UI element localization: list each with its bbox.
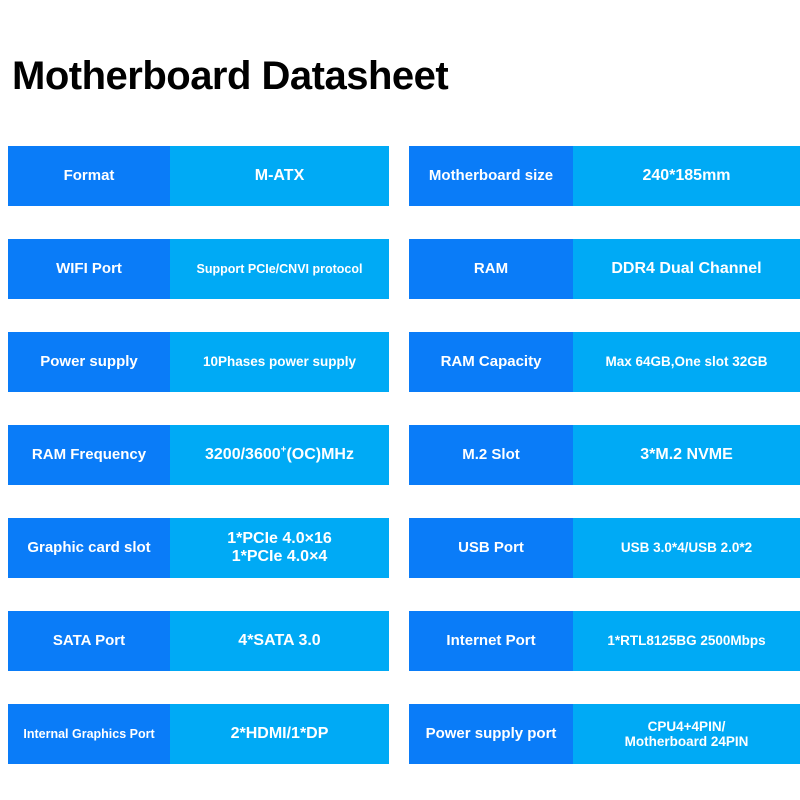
spec-label-usb-port: USB Port (409, 518, 573, 578)
spec-label-ram-capacity: RAM Capacity (409, 332, 573, 392)
spec-label-wifi-port: WIFI Port (8, 239, 170, 299)
graphic-card-slot-lines: 1*PCIe 4.0×16 1*PCIe 4.0×4 (174, 530, 385, 566)
datasheet-page: Motherboard Datasheet Format M-ATX Mothe… (0, 0, 800, 800)
spec-value-m2-slot: 3*M.2 NVME (573, 425, 800, 485)
spec-label-m2-slot: M.2 Slot (409, 425, 573, 485)
spec-pair-usb-port: USB Port USB 3.0*4/USB 2.0*2 (409, 518, 800, 578)
spec-value-power-supply-port: CPU4+4PIN/ Motherboard 24PIN (573, 704, 800, 764)
table-row: Graphic card slot 1*PCIe 4.0×16 1*PCIe 4… (0, 518, 800, 578)
spec-pair-power-supply: Power supply 10Phases power supply (8, 332, 389, 392)
spec-value-wifi-port: Support PCIe/CNVI protocol (170, 239, 389, 299)
table-row: RAM Frequency 3200/3600+(OC)MHz M.2 Slot… (0, 425, 800, 485)
spec-label-motherboard-size: Motherboard size (409, 146, 573, 206)
spec-value-sata-port: 4*SATA 3.0 (170, 611, 389, 671)
spec-value-graphic-card-slot: 1*PCIe 4.0×16 1*PCIe 4.0×4 (170, 518, 389, 578)
table-row: Power supply 10Phases power supply RAM C… (0, 332, 800, 392)
table-row: Internal Graphics Port 2*HDMI/1*DP Power… (0, 704, 800, 764)
spec-pair-motherboard-size: Motherboard size 240*185mm (409, 146, 800, 206)
spec-pair-m2-slot: M.2 Slot 3*M.2 NVME (409, 425, 800, 485)
spec-label-sata-port: SATA Port (8, 611, 170, 671)
spec-pair-ram: RAM DDR4 Dual Channel (409, 239, 800, 299)
spec-pair-graphic-card-slot: Graphic card slot 1*PCIe 4.0×16 1*PCIe 4… (8, 518, 389, 578)
spec-value-format: M-ATX (170, 146, 389, 206)
spec-label-power-supply: Power supply (8, 332, 170, 392)
power-supply-port-lines: CPU4+4PIN/ Motherboard 24PIN (577, 719, 796, 749)
table-row: WIFI Port Support PCIe/CNVI protocol RAM… (0, 239, 800, 299)
power-supply-port-line-2: Motherboard 24PIN (624, 734, 749, 749)
spec-label-ram: RAM (409, 239, 573, 299)
spec-value-ram-capacity: Max 64GB,One slot 32GB (573, 332, 800, 392)
spec-label-graphic-card-slot: Graphic card slot (8, 518, 170, 578)
spec-label-power-supply-port: Power supply port (409, 704, 573, 764)
table-row: Format M-ATX Motherboard size 240*185mm (0, 146, 800, 206)
spec-label-internal-graphics-port: Internal Graphics Port (8, 704, 170, 764)
spec-value-ram-frequency: 3200/3600+(OC)MHz (170, 425, 389, 485)
power-supply-port-line-1: CPU4+4PIN/ (647, 718, 726, 734)
graphic-card-slot-line-1: 1*PCIe 4.0×16 (227, 530, 332, 548)
spec-value-motherboard-size: 240*185mm (573, 146, 800, 206)
spec-pair-format: Format M-ATX (8, 146, 389, 206)
spec-value-usb-port: USB 3.0*4/USB 2.0*2 (573, 518, 800, 578)
spec-pair-internal-graphics-port: Internal Graphics Port 2*HDMI/1*DP (8, 704, 389, 764)
spec-pair-internet-port: Internet Port 1*RTL8125BG 2500Mbps (409, 611, 800, 671)
spec-value-power-supply: 10Phases power supply (170, 332, 389, 392)
spec-label-ram-frequency: RAM Frequency (8, 425, 170, 485)
spec-label-format: Format (8, 146, 170, 206)
spec-pair-sata-port: SATA Port 4*SATA 3.0 (8, 611, 389, 671)
ram-frequency-text: 3200/3600+(OC)MHz (205, 444, 354, 464)
spec-value-internal-graphics-port: 2*HDMI/1*DP (170, 704, 389, 764)
graphic-card-slot-line-2: 1*PCIe 4.0×4 (231, 548, 328, 565)
spec-pair-ram-frequency: RAM Frequency 3200/3600+(OC)MHz (8, 425, 389, 485)
table-row: SATA Port 4*SATA 3.0 Internet Port 1*RTL… (0, 611, 800, 671)
spec-value-internet-port: 1*RTL8125BG 2500Mbps (573, 611, 800, 671)
spec-pair-wifi-port: WIFI Port Support PCIe/CNVI protocol (8, 239, 389, 299)
spec-pair-ram-capacity: RAM Capacity Max 64GB,One slot 32GB (409, 332, 800, 392)
spec-table: Format M-ATX Motherboard size 240*185mm … (0, 146, 800, 797)
spec-label-internet-port: Internet Port (409, 611, 573, 671)
spec-pair-power-supply-port: Power supply port CPU4+4PIN/ Motherboard… (409, 704, 800, 764)
page-title: Motherboard Datasheet (12, 54, 449, 98)
spec-value-ram: DDR4 Dual Channel (573, 239, 800, 299)
